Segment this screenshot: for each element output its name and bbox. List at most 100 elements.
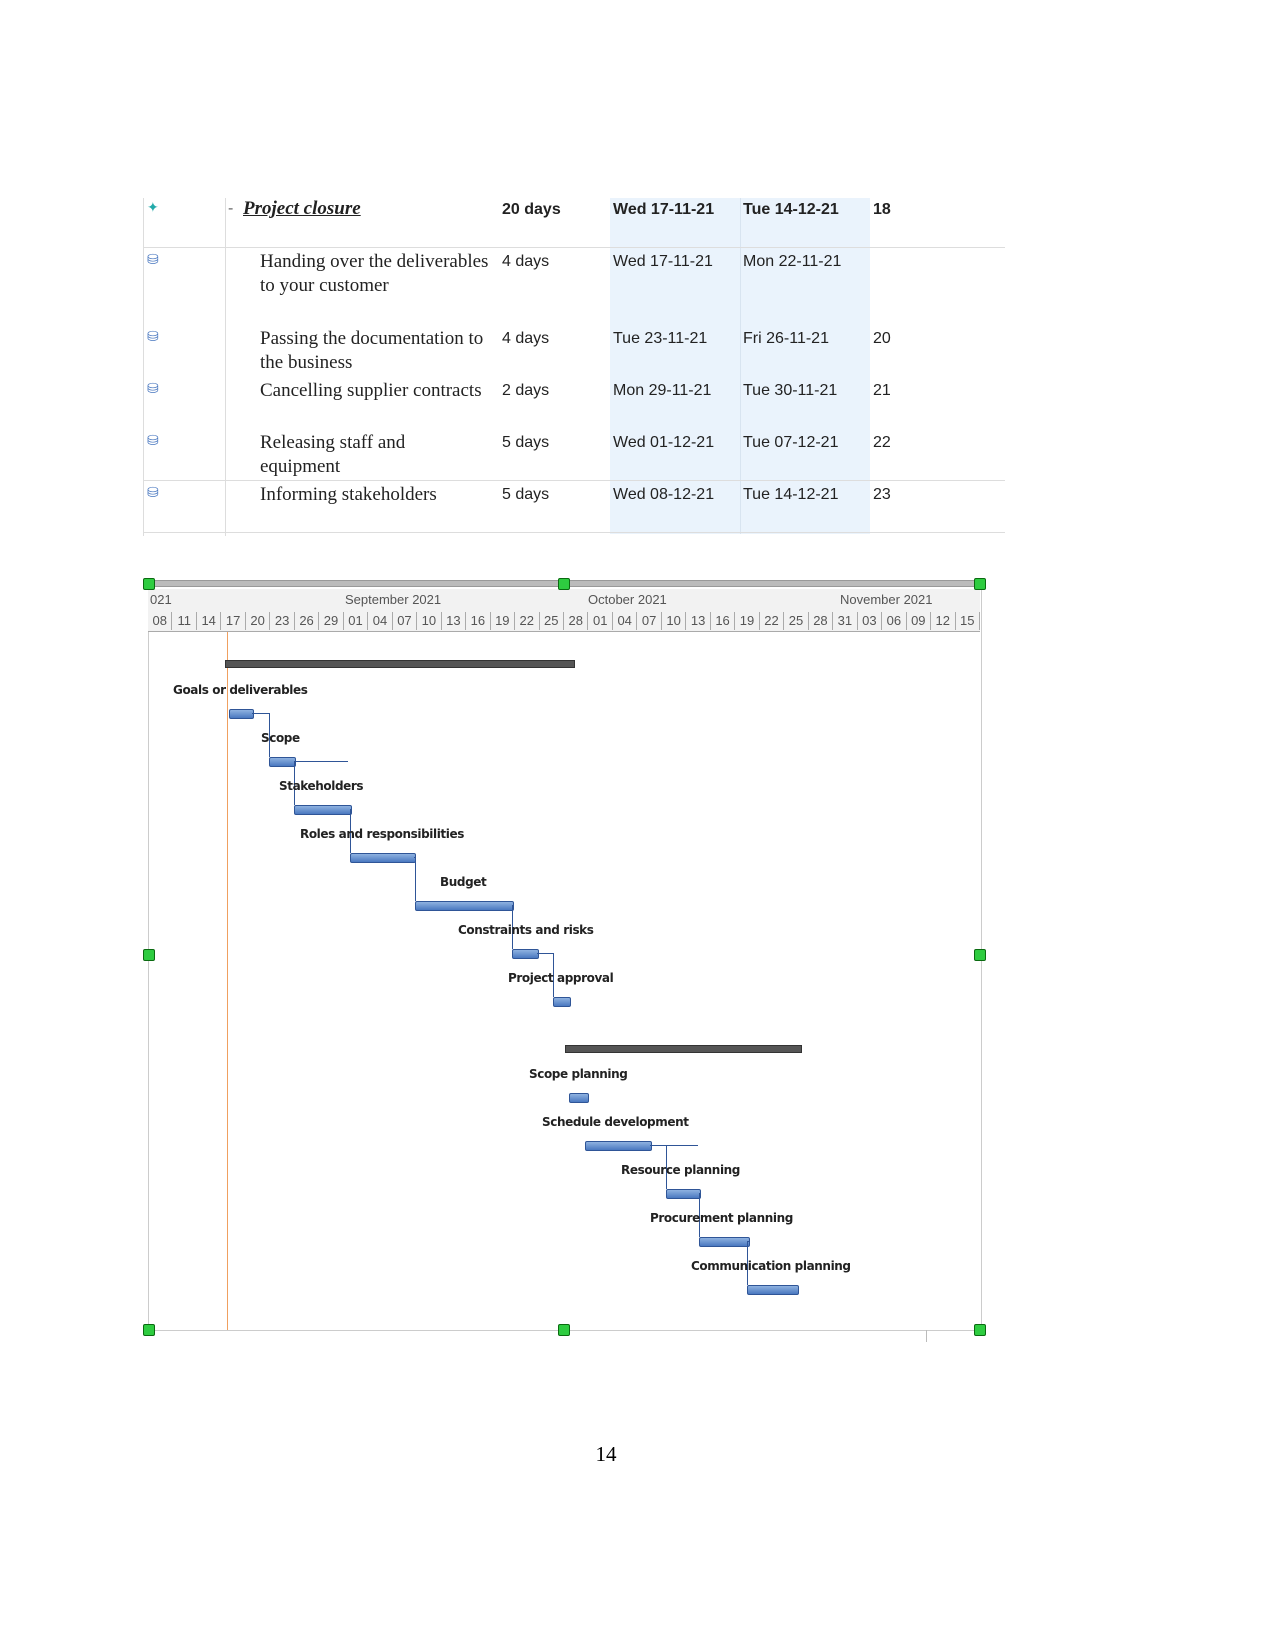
resize-handle[interactable] [974,949,986,961]
day-label: 19 [491,612,516,630]
divider [143,532,1005,533]
day-label: 06 [882,612,907,630]
divider [143,247,1005,248]
task-predecessor: 20 [873,330,891,347]
divider [740,198,741,534]
dependency-link [252,713,269,714]
task-start: Wed 08-12-21 [613,486,715,503]
task-finish: Tue 14-12-21 [743,486,839,503]
task-label: Communication planning [691,1259,851,1273]
task-icon: ⛁ [147,330,159,345]
collapse-toggle[interactable]: - [228,200,233,218]
page-number: 14 [595,1442,617,1466]
task-start: Wed 17-11-21 [613,201,715,218]
task-label: Goals or deliverables [173,683,308,697]
task-label: Constraints and risks [458,923,594,937]
day-label: 09 [907,612,932,630]
task-duration: 2 days [502,382,550,399]
day-label: 22 [515,612,540,630]
day-label: 13 [686,612,711,630]
day-label: 23 [270,612,295,630]
summary-bar[interactable] [565,1045,802,1053]
task-predecessor: 23 [873,486,891,503]
resize-handle[interactable] [143,949,155,961]
task-bar[interactable] [294,805,352,815]
task-start: Mon 29-11-21 [613,382,712,399]
task-bar[interactable] [569,1093,589,1103]
task-bar[interactable] [512,949,539,959]
task-duration: 4 days [502,253,550,270]
task-bar[interactable] [350,853,416,863]
month-label: November 2021 [840,592,933,607]
task-bar[interactable] [699,1237,750,1247]
task-name: Handing over the deliverables to your cu… [260,251,489,296]
task-duration: 5 days [502,486,550,503]
resize-handle[interactable] [974,578,986,590]
task-bar[interactable] [747,1285,799,1295]
task-bar[interactable] [229,709,254,719]
task-name: Informing stakeholders [260,484,437,505]
tick [926,1330,927,1342]
day-label: 25 [784,612,809,630]
task-name: Cancelling supplier contracts [260,380,482,401]
day-label: 13 [442,612,467,630]
task-icon: ⛁ [147,434,159,449]
task-label: Scope planning [529,1067,628,1081]
task-finish: Tue 14-12-21 [743,201,839,218]
task-bar[interactable] [269,757,296,767]
day-label: 20 [246,612,271,630]
resize-handle[interactable] [143,578,155,590]
dependency-link [748,1241,749,1242]
task-start: Tue 23-11-21 [613,330,708,347]
task-name: Releasing staff and equipment [260,432,406,477]
task-icon: ⛁ [147,486,159,501]
day-label: 25 [540,612,564,630]
task-name: Project closure [243,198,361,219]
resize-handle[interactable] [974,1324,986,1336]
day-label: 04 [613,612,638,630]
day-label: 04 [368,612,393,630]
pin-icon: ✦ [147,201,159,216]
dependency-link [415,857,416,901]
month-label: October 2021 [588,592,667,607]
task-finish: Tue 30-11-21 [743,382,838,399]
day-label: 16 [711,612,736,630]
task-duration: 5 days [502,434,550,451]
document-page: ✦ - Project closure 20 days Wed 17-11-21 Tue … [0,0,1275,1650]
task-finish: Fri 26-11-21 [743,330,829,347]
task-bar[interactable] [553,997,571,1007]
day-label: 14 [197,612,222,630]
task-duration: 20 days [502,201,561,218]
day-label: 19 [735,612,760,630]
task-label: Roles and responsibilities [300,827,464,841]
day-label: 03 [858,612,883,630]
day-label: 10 [417,612,442,630]
day-label: 26 [295,612,320,630]
today-line [227,632,228,1330]
resize-handle[interactable] [143,1324,155,1336]
task-start: Wed 01-12-21 [613,434,715,451]
task-bar[interactable] [415,901,514,911]
month-label: September 2021 [345,592,442,607]
task-icon: ⛁ [147,382,159,397]
day-label: 31 [833,612,858,630]
resize-handle[interactable] [558,578,570,590]
task-predecessor: 21 [873,382,891,399]
dependency-link [650,1145,698,1146]
task-predecessor: 18 [873,201,891,218]
day-label: 22 [760,612,785,630]
resize-handle[interactable] [558,1324,570,1336]
task-finish: Tue 07-12-21 [743,434,839,451]
month-label: 021 [150,592,172,607]
day-label: 01 [344,612,369,630]
day-label: 17 [221,612,246,630]
task-label: Stakeholders [279,779,364,793]
day-label: 01 [588,612,613,630]
task-bar[interactable] [585,1141,652,1151]
day-label: 16 [466,612,491,630]
task-bar[interactable] [666,1189,701,1199]
divider [143,480,1005,481]
summary-bar[interactable] [225,660,575,668]
task-duration: 4 days [502,330,550,347]
day-label: 07 [637,612,662,630]
